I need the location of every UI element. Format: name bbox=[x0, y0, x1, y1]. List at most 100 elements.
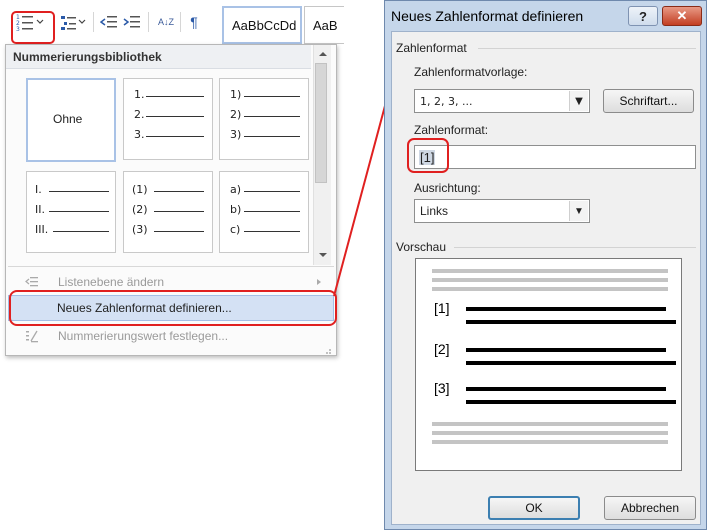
tile-line bbox=[244, 211, 300, 212]
help-button[interactable]: ? bbox=[628, 6, 658, 26]
menu-separator bbox=[8, 266, 334, 267]
tile-line bbox=[154, 231, 204, 232]
tile-number: 1. bbox=[134, 88, 145, 101]
preview-gray-line bbox=[432, 287, 668, 291]
scrollbar-thumb[interactable] bbox=[315, 63, 327, 183]
numbering-tile-none[interactable]: Ohne bbox=[26, 78, 116, 162]
numbering-tile-arabic[interactable]: 1. 2. 3. bbox=[123, 78, 213, 160]
tile-line bbox=[244, 231, 300, 232]
tile-number: (3) bbox=[132, 223, 148, 236]
pilcrow-icon: ¶ bbox=[190, 14, 198, 30]
preview-black-line bbox=[466, 400, 676, 404]
tile-line bbox=[49, 211, 109, 212]
increase-indent-icon bbox=[123, 16, 140, 28]
tile-number: c) bbox=[230, 223, 241, 236]
preview-gray-line bbox=[432, 431, 668, 435]
numbering-tile-paren-num[interactable]: (1) (2) (3) bbox=[123, 171, 213, 253]
preview-box: [1] [2] [3] bbox=[415, 258, 682, 471]
number-format-highlight bbox=[407, 138, 449, 173]
show-formatting-button[interactable]: ¶ bbox=[184, 10, 204, 34]
tile-number: (1) bbox=[132, 183, 148, 196]
tile-line bbox=[146, 116, 204, 117]
tile-line bbox=[154, 211, 204, 212]
style-preview-text: AaB bbox=[313, 17, 338, 33]
library-title: Nummerierungsbibliothek bbox=[13, 50, 162, 64]
tile-number: 2) bbox=[230, 108, 242, 121]
tile-number: (2) bbox=[132, 203, 148, 216]
decrease-indent-icon bbox=[25, 277, 38, 287]
change-list-level-label: Listenebene ändern bbox=[58, 275, 165, 289]
tile-line bbox=[244, 191, 300, 192]
number-format-label: Zahlenformat: bbox=[414, 123, 489, 137]
preview-number: [1] bbox=[434, 300, 450, 316]
set-value-icon bbox=[26, 330, 38, 343]
tile-line bbox=[53, 231, 109, 232]
number-format-input[interactable]: [1] bbox=[414, 145, 696, 169]
scroll-up-icon[interactable] bbox=[318, 50, 328, 58]
preview-number: [2] bbox=[434, 341, 450, 357]
group-divider bbox=[478, 48, 696, 49]
ribbon-separator bbox=[180, 12, 181, 32]
ribbon-strip: 1 2 3 A↓Z ¶ AaBbCcDd AaB bbox=[0, 0, 344, 44]
alignment-label: Ausrichtung: bbox=[414, 181, 481, 195]
alignment-select[interactable]: Links ▼ bbox=[414, 199, 590, 223]
close-button[interactable]: ✕ bbox=[662, 6, 702, 26]
cancel-button[interactable]: Abbrechen bbox=[604, 496, 696, 520]
decrease-indent-icon bbox=[100, 16, 117, 28]
tile-number: II. bbox=[35, 203, 45, 216]
scroll-down-icon[interactable] bbox=[318, 251, 328, 259]
increase-indent-button[interactable] bbox=[122, 10, 142, 34]
tile-number: a) bbox=[230, 183, 242, 196]
chevron-down-icon[interactable]: ▼ bbox=[569, 201, 588, 221]
define-number-format-dialog: Neues Zahlenformat definieren ? ✕ Zahlen… bbox=[384, 0, 707, 530]
sort-button[interactable]: A↓Z bbox=[155, 10, 177, 34]
define-new-item-highlight bbox=[9, 290, 337, 326]
tile-line bbox=[146, 96, 204, 97]
ok-button-label: OK bbox=[525, 501, 543, 515]
tile-line bbox=[244, 136, 300, 137]
preview-gray-line bbox=[432, 278, 668, 282]
preview-number: [3] bbox=[434, 380, 450, 396]
tile-none-label: Ohne bbox=[53, 112, 83, 126]
help-icon: ? bbox=[639, 8, 647, 24]
tile-number: 2. bbox=[134, 108, 145, 121]
tile-line bbox=[154, 191, 204, 192]
set-numbering-value-item[interactable]: Nummerierungswert festlegen... bbox=[8, 323, 334, 349]
resize-grip-icon[interactable] bbox=[324, 347, 332, 355]
multilevel-list-button[interactable] bbox=[58, 10, 88, 34]
ribbon-separator bbox=[93, 12, 94, 32]
number-style-select[interactable]: 1, 2, 3, ... ▼ bbox=[414, 89, 590, 113]
style-gallery-item[interactable]: AaB bbox=[304, 6, 344, 44]
multilevel-list-icon bbox=[61, 16, 86, 30]
numbering-tile-alpha[interactable]: a) b) c) bbox=[219, 171, 309, 253]
preview-black-line bbox=[466, 361, 676, 365]
tile-line bbox=[146, 136, 204, 137]
preview-black-line bbox=[466, 307, 666, 311]
sort-icon: A↓Z bbox=[157, 17, 174, 27]
font-button[interactable]: Schriftart... bbox=[603, 89, 694, 113]
preview-gray-line bbox=[432, 440, 668, 444]
preview-gray-line bbox=[432, 269, 668, 273]
tile-number: III. bbox=[35, 223, 49, 236]
tile-line bbox=[49, 191, 109, 192]
close-icon: ✕ bbox=[676, 8, 688, 23]
style-preview-text: AaBbCcDd bbox=[232, 17, 297, 33]
chevron-down-icon[interactable]: ▼ bbox=[569, 91, 588, 111]
numbering-tile-roman[interactable]: I. II. III. bbox=[26, 171, 116, 253]
ok-button[interactable]: OK bbox=[488, 496, 580, 520]
preview-group-label: Vorschau bbox=[396, 240, 447, 254]
style-gallery-item[interactable]: AaBbCcDd bbox=[222, 6, 302, 44]
tile-number: I. bbox=[35, 183, 42, 196]
ribbon-separator bbox=[148, 12, 149, 32]
preview-black-line bbox=[466, 348, 666, 352]
tile-number: 3. bbox=[134, 128, 145, 141]
decrease-indent-button[interactable] bbox=[99, 10, 119, 34]
preview-gray-line bbox=[432, 422, 668, 426]
tile-number: 3) bbox=[230, 128, 242, 141]
number-style-value: 1, 2, 3, ... bbox=[420, 94, 473, 108]
numbering-button-highlight bbox=[11, 11, 55, 44]
submenu-arrow-icon bbox=[317, 279, 321, 285]
font-button-label: Schriftart... bbox=[619, 94, 678, 108]
set-numbering-value-label: Nummerierungswert festlegen... bbox=[58, 329, 229, 343]
numbering-tile-paren[interactable]: 1) 2) 3) bbox=[219, 78, 309, 160]
